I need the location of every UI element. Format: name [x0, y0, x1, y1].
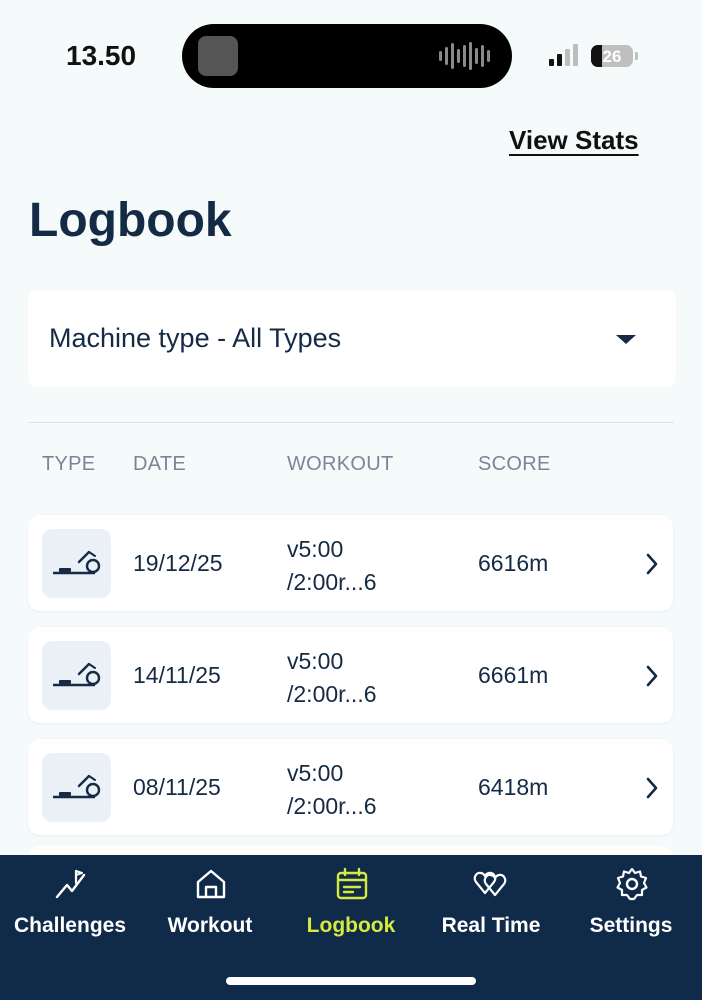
row-score: 6616m [478, 550, 549, 576]
chevron-right-icon [646, 553, 658, 575]
tab-workout[interactable]: Workout [140, 855, 280, 955]
page-title: Logbook [29, 194, 232, 247]
machine-type-badge [42, 641, 111, 710]
gear-icon [616, 867, 648, 901]
rower-icon [53, 550, 101, 575]
rower-icon [53, 662, 101, 687]
audio-wave-icon [439, 42, 490, 70]
tab-label: Settings [589, 914, 673, 937]
rower-icon [53, 774, 101, 799]
battery-level: 26 [602, 47, 622, 66]
battery-tip [635, 52, 638, 60]
tab-label: Logbook [306, 914, 396, 937]
view-stats-link[interactable]: View Stats [509, 125, 639, 156]
logbook-row[interactable]: 19/12/25 v5:00 /2:00r...6 6616m [28, 515, 673, 611]
row-score: 6661m [478, 662, 549, 688]
logbook-row[interactable]: 08/11/25 v5:00 /2:00r...6 6418m [28, 739, 673, 835]
machine-type-badge [42, 529, 111, 598]
row-workout: v5:00 /2:00r...6 [287, 533, 377, 599]
row-date: 14/11/25 [133, 662, 221, 688]
challenges-icon [55, 869, 86, 899]
logbook-icon [336, 867, 368, 900]
row-workout-line1: v5:00 [287, 536, 344, 562]
tab-label: Challenges [13, 914, 127, 937]
home-indicator[interactable] [226, 977, 476, 985]
column-header-workout: WORKOUT [287, 453, 394, 475]
battery-icon: 26 [591, 45, 633, 67]
status-time: 13.50 [66, 40, 137, 71]
row-date: 19/12/25 [133, 550, 223, 576]
tab-challenges[interactable]: Challenges [0, 855, 140, 955]
row-workout-line2: /2:00r...6 [287, 793, 377, 819]
machine-type-dropdown[interactable]: Machine type - All Types [28, 290, 676, 387]
tab-label: Workout [167, 914, 253, 937]
machine-type-label: Machine type - All Types [49, 323, 342, 353]
row-workout: v5:00 /2:00r...6 [287, 645, 377, 711]
machine-type-badge [42, 753, 111, 822]
island-thumbnail [198, 36, 238, 76]
tab-real-time[interactable]: Real Time [421, 855, 561, 955]
caret-down-icon [616, 335, 636, 344]
row-date: 08/11/25 [133, 774, 221, 800]
dynamic-island [182, 24, 512, 88]
row-workout-line2: /2:00r...6 [287, 681, 377, 707]
logbook-row[interactable]: 14/11/25 v5:00 /2:00r...6 6661m [28, 627, 673, 723]
tab-settings[interactable]: Settings [561, 855, 701, 955]
signal-icon [549, 44, 578, 66]
hearts-icon [473, 871, 507, 897]
tab-logbook[interactable]: Logbook [281, 855, 421, 955]
home-icon [196, 869, 226, 899]
chevron-right-icon [646, 777, 658, 799]
column-header-type: TYPE [42, 453, 96, 475]
tab-label: Real Time [441, 914, 541, 937]
row-workout-line1: v5:00 [287, 648, 344, 674]
column-header-date: DATE [133, 453, 187, 475]
divider [28, 422, 674, 423]
column-header-score: SCORE [478, 453, 551, 475]
row-workout: v5:00 /2:00r...6 [287, 757, 377, 823]
row-score: 6418m [478, 774, 549, 800]
row-workout-line1: v5:00 [287, 760, 344, 786]
row-workout-line2: /2:00r...6 [287, 569, 377, 595]
chevron-right-icon [646, 665, 658, 687]
